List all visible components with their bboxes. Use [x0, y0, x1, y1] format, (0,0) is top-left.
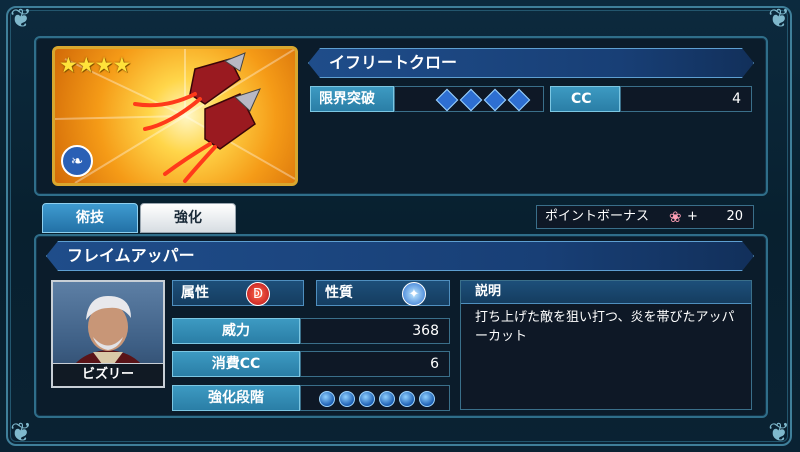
corner-ornament-icon: ❦	[768, 4, 790, 34]
crystal-icon: ✦	[402, 282, 426, 306]
cc-value: 4	[620, 86, 752, 112]
point-bonus-label: ポイントボーナス	[545, 209, 650, 224]
enhance-orb-icon	[419, 391, 435, 407]
description-text: 打ち上げた敵を狙い打つ、炎を帯びたアッパーカット	[475, 310, 735, 344]
corner-ornament-icon: ❦	[10, 4, 32, 34]
point-bonus-box: ポイントボーナス ❀ + 20	[536, 205, 754, 229]
limit-break-label: 限界突破	[310, 86, 394, 112]
description-box: 説明 打ち上げた敵を狙い打つ、炎を帯びたアッパーカット	[460, 280, 752, 410]
point-bonus-plus: +	[687, 209, 698, 224]
point-bonus-value: 20	[726, 209, 743, 224]
attribute-label-box: 属性	[172, 280, 304, 306]
nature-label-box: 性質	[316, 280, 450, 306]
enhance-label: 強化段階	[172, 385, 300, 411]
character-name: ビズリー	[53, 363, 163, 386]
cc-label: CC	[550, 86, 620, 112]
item-name-banner: イフリートクロー	[308, 48, 754, 78]
character-portrait[interactable]: ビズリー	[51, 280, 165, 388]
enhance-orbs	[300, 385, 450, 411]
corner-ornament-icon: ❦	[768, 418, 790, 448]
corner-ornament-icon: ❦	[10, 418, 32, 448]
rarity-stars: ★★★★	[59, 53, 131, 77]
cost-value: 6	[300, 351, 450, 377]
power-label: 威力	[172, 318, 300, 344]
limit-break-gems	[394, 86, 544, 112]
enhance-orb-icon	[399, 391, 415, 407]
nature-label: 性質	[325, 285, 353, 301]
flower-icon: ❀	[669, 208, 682, 226]
weapon-card[interactable]: ★★★★ ❧	[52, 46, 298, 186]
enhance-orb-icon	[339, 391, 355, 407]
fire-icon: ↁ	[246, 282, 270, 306]
tab-skill[interactable]: 術技	[42, 203, 138, 233]
cost-label: 消費CC	[172, 351, 300, 377]
tab-enhance[interactable]: 強化	[140, 203, 236, 233]
enhance-orb-icon	[379, 391, 395, 407]
limit-break-gem-icon	[459, 88, 483, 112]
power-value: 368	[300, 318, 450, 344]
item-name: イフリートクロー	[329, 53, 458, 72]
skill-name-banner: フレイムアッパー	[46, 241, 754, 271]
description-label: 説明	[461, 281, 751, 304]
limit-break-gem-icon	[507, 88, 531, 112]
skill-name: フレイムアッパー	[67, 246, 195, 265]
attribute-label: 属性	[181, 285, 209, 301]
enhance-orb-icon	[319, 391, 335, 407]
enhance-orb-icon	[359, 391, 375, 407]
wing-emblem-icon: ❧	[61, 145, 93, 177]
limit-break-gem-icon	[435, 88, 459, 112]
limit-break-gem-icon	[483, 88, 507, 112]
